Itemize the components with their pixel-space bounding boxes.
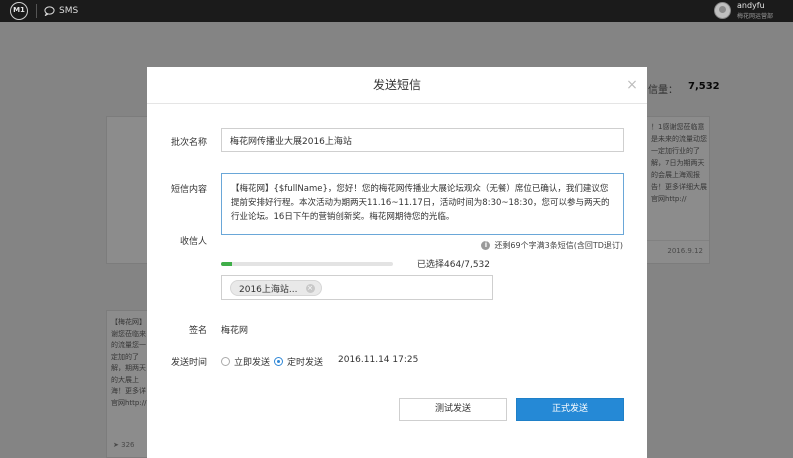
receiver-progress-bar — [221, 262, 393, 266]
radio-send-now[interactable]: 立即发送 — [221, 355, 270, 368]
receiver-tag-label: 2016上海站... — [239, 284, 298, 295]
scheduled-time-value[interactable]: 2016.11.14 17:25 — [338, 355, 418, 365]
test-send-button[interactable]: 测试发送 — [399, 398, 507, 421]
avatar[interactable] — [714, 2, 731, 19]
batch-name-input[interactable] — [221, 128, 624, 152]
user-org: 梅花网运营部 — [737, 13, 774, 20]
progress-fill — [221, 262, 232, 266]
sms-length-hint: i 还剩69个字满3条短信(含回TD退订) — [481, 240, 623, 251]
top-nav-bar: M1 SMS andyfu 梅花网运营部 — [0, 0, 793, 22]
signature-value: 梅花网 — [221, 326, 249, 336]
radio-scheduled-label: 定时发送 — [287, 358, 324, 368]
user-name[interactable]: andyfu — [737, 1, 765, 10]
radio-send-scheduled[interactable]: 定时发送 — [274, 355, 323, 368]
nav-sms-label: SMS — [59, 6, 79, 16]
sms-hint-text: 还剩69个字满3条短信(含回TD退订) — [494, 241, 623, 250]
remove-tag-icon[interactable]: × — [305, 283, 315, 293]
send-time-label: 发送时间 — [171, 358, 208, 368]
send-button[interactable]: 正式发送 — [516, 398, 624, 421]
signature-label: 签名 — [189, 326, 208, 336]
radio-scheduled-icon[interactable] — [274, 357, 283, 366]
batch-name-label: 批次名称 — [171, 138, 208, 148]
receiver-input[interactable]: 2016上海站... × — [221, 275, 493, 300]
sms-content-textarea[interactable]: 【梅花网】{$fullName}，您好！您的梅花网传播业大展论坛观众（无餐）席位… — [221, 173, 624, 235]
receiver-tag[interactable]: 2016上海站... × — [230, 280, 322, 296]
radio-now-label: 立即发送 — [234, 358, 271, 368]
logo-icon[interactable]: M1 — [10, 2, 28, 20]
receiver-label: 收信人 — [180, 237, 208, 247]
send-sms-dialog: 发送短信 × 批次名称 短信内容 【梅花网】{$fullName}，您好！您的梅… — [147, 67, 647, 458]
chat-bubble-icon — [44, 6, 55, 16]
dialog-title: 发送短信 — [147, 67, 647, 104]
radio-now-icon[interactable] — [221, 357, 230, 366]
nav-sms-link[interactable]: SMS — [44, 3, 78, 19]
close-icon[interactable]: × — [625, 78, 639, 92]
info-icon: i — [481, 241, 491, 250]
nav-divider — [36, 4, 37, 18]
selected-count: 已选择464/7,532 — [417, 260, 490, 270]
sms-content-label: 短信内容 — [171, 185, 208, 195]
